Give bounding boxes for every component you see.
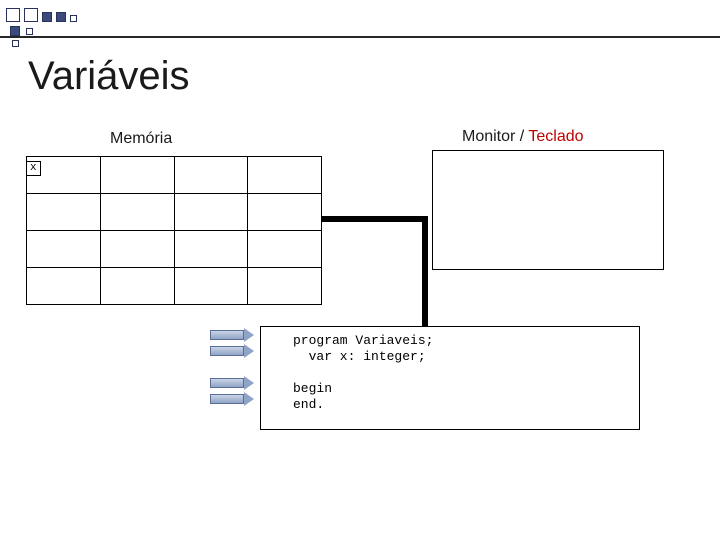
memory-cell xyxy=(100,231,174,268)
memory-grid: x xyxy=(26,156,322,304)
memory-cell xyxy=(248,194,322,231)
connector-horizontal xyxy=(322,216,428,222)
memory-label: Memória xyxy=(110,130,172,148)
memory-cell xyxy=(174,194,248,231)
memory-cell xyxy=(174,231,248,268)
memory-cell xyxy=(248,231,322,268)
arrow-icon xyxy=(210,394,254,404)
arrow-icon xyxy=(210,378,254,388)
connector-vertical xyxy=(422,216,428,330)
memory-cell xyxy=(27,268,101,305)
code-line: begin xyxy=(293,381,332,396)
memory-cell-label: x xyxy=(26,161,41,176)
code-box: program Variaveis; var x: integer; begin… xyxy=(260,326,640,430)
memory-cell xyxy=(248,157,322,194)
monitor-prefix: Monitor / xyxy=(462,128,528,145)
memory-cell xyxy=(100,268,174,305)
memory-cell xyxy=(174,157,248,194)
code-line: end. xyxy=(293,397,324,412)
memory-cell xyxy=(27,194,101,231)
memory-cell xyxy=(100,194,174,231)
page-title: Variáveis xyxy=(28,54,190,99)
arrow-icon xyxy=(210,346,254,356)
teclado-word: Teclado xyxy=(528,128,583,145)
memory-cell xyxy=(248,268,322,305)
memory-cell xyxy=(27,231,101,268)
memory-cell: x xyxy=(27,157,101,194)
code-line: program Variaveis; xyxy=(293,333,433,348)
memory-cell xyxy=(174,268,248,305)
top-rule xyxy=(0,36,720,38)
monitor-label: Monitor / Teclado xyxy=(462,128,584,146)
monitor-box xyxy=(432,150,664,270)
code-line: var x: integer; xyxy=(293,349,426,364)
memory-cell xyxy=(100,157,174,194)
arrow-icon xyxy=(210,330,254,340)
